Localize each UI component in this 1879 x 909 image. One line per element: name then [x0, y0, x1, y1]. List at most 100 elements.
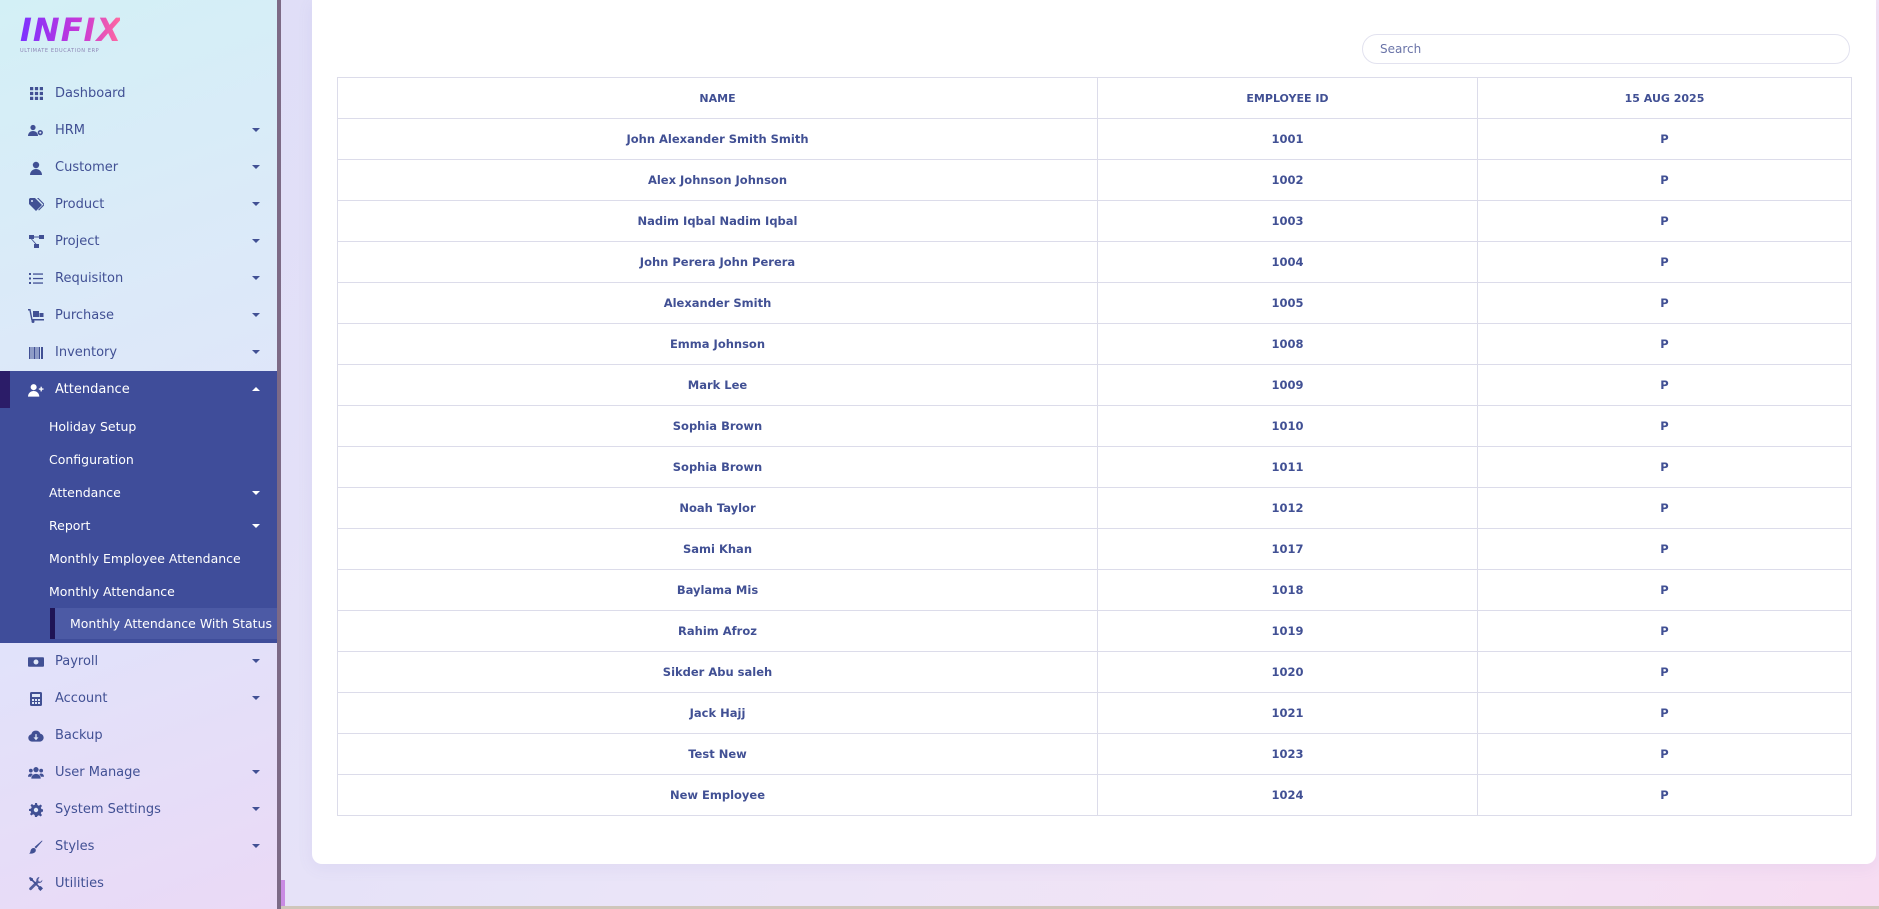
submenu-item-configuration[interactable]: Configuration: [0, 443, 277, 476]
submenu-item-label: Monthly Attendance With Status: [70, 616, 273, 631]
attendance-status-cell: P: [1477, 282, 1852, 324]
table-row: John Perera John Perera 1004 P: [337, 241, 1852, 283]
chevron-down-icon: [252, 807, 260, 811]
users-icon: [28, 765, 44, 781]
employee-name-cell: John Perera John Perera: [337, 241, 1098, 283]
chevron-down-icon: [252, 696, 260, 700]
employee-name-cell: Alex Johnson Johnson: [337, 159, 1098, 201]
submenu-item-label: Report: [49, 518, 91, 533]
sidebar-item-label: Dashboard: [55, 86, 126, 101]
attendance-submenu: Holiday Setup Configuration Attendance Repo…: [0, 408, 277, 643]
sidebar-item-account[interactable]: Account: [0, 680, 277, 717]
table-row: Sophia Brown 1010 P: [337, 405, 1852, 447]
brand-logo[interactable]: INFIX ULTIMATE EDUCATION ERP: [20, 14, 121, 56]
submenu-item-label: Monthly Attendance: [49, 584, 175, 599]
sidebar-item-styles[interactable]: Styles: [0, 828, 277, 865]
table-row: Alex Johnson Johnson 1002 P: [337, 159, 1852, 201]
column-header-name[interactable]: NAME: [337, 77, 1098, 119]
submenu-item-monthly-employee-attendance[interactable]: Monthly Employee Attendance: [0, 542, 277, 575]
sidebar-item-inventory[interactable]: Inventory: [0, 334, 277, 371]
employee-name-cell: Sophia Brown: [337, 446, 1098, 488]
sidebar-item-label: Project: [55, 234, 100, 249]
attendance-status-cell: P: [1477, 651, 1852, 693]
sidebar-item-label: Inventory: [55, 345, 118, 360]
attendance-status-cell: P: [1477, 692, 1852, 734]
attendance-status-cell: P: [1477, 159, 1852, 201]
tools-icon: [28, 876, 44, 892]
column-header-employee-id[interactable]: EMPLOYEE ID: [1097, 77, 1478, 119]
cloud-download-icon: [28, 728, 44, 744]
employee-id-cell: 1024: [1097, 774, 1478, 816]
attendance-status-cell: P: [1477, 364, 1852, 406]
dashboard-grid-icon: [28, 86, 44, 102]
sidebar-item-utilities[interactable]: Utilities: [0, 865, 277, 902]
sidebar-item-requisiton[interactable]: Requisiton: [0, 260, 277, 297]
employee-id-cell: 1002: [1097, 159, 1478, 201]
table-row: Nadim Iqbal Nadim Iqbal 1003 P: [337, 200, 1852, 242]
employee-id-cell: 1010: [1097, 405, 1478, 447]
submenu-item-holiday-setup[interactable]: Holiday Setup: [0, 410, 277, 443]
employee-id-cell: 1020: [1097, 651, 1478, 693]
sidebar-item-hrm[interactable]: HRM: [0, 112, 277, 149]
chevron-down-icon: [252, 350, 260, 354]
submenu-item-label: Configuration: [49, 452, 134, 467]
employee-id-cell: 1023: [1097, 733, 1478, 775]
sidebar-item-payroll[interactable]: Payroll: [0, 643, 277, 680]
submenu-item-monthly-attendance[interactable]: Monthly Attendance: [0, 575, 277, 608]
employee-name-cell: New Employee: [337, 774, 1098, 816]
money-icon: [28, 654, 44, 670]
paint-brush-icon: [28, 839, 44, 855]
sidebar-item-project[interactable]: Project: [0, 223, 277, 260]
gear-icon: [28, 802, 44, 818]
sidebar-item-label: Backup: [55, 728, 103, 743]
employee-name-cell: Test New: [337, 733, 1098, 775]
table-row: Mark Lee 1009 P: [337, 364, 1852, 406]
attendance-status-cell: P: [1477, 569, 1852, 611]
search-input[interactable]: [1362, 34, 1850, 64]
sidebar-item-label: Product: [55, 197, 105, 212]
submenu-item-monthly-attendance-with-status[interactable]: Monthly Attendance With Status: [50, 608, 277, 639]
sidebar-item-customer[interactable]: Customer: [0, 149, 277, 186]
table-row: New Employee 1024 P: [337, 774, 1852, 816]
sidebar-item-user-manage[interactable]: User Manage: [0, 754, 277, 791]
chevron-down-icon: [252, 524, 260, 528]
attendance-status-cell: P: [1477, 118, 1852, 160]
sidebar-item-dashboard[interactable]: Dashboard: [0, 75, 277, 112]
project-diagram-icon: [28, 234, 44, 250]
chevron-up-icon: [252, 387, 260, 391]
table-row: Jack Hajj 1021 P: [337, 692, 1852, 734]
attendance-status-cell: P: [1477, 405, 1852, 447]
sidebar-item-label: Requisiton: [55, 271, 124, 286]
submenu-item-report[interactable]: Report: [0, 509, 277, 542]
attendance-table: NAME EMPLOYEE ID 15 AUG 2025 John Alexande…: [337, 77, 1852, 816]
chevron-down-icon: [252, 128, 260, 132]
sidebar-item-product[interactable]: Product: [0, 186, 277, 223]
submenu-item-attendance[interactable]: Attendance: [0, 476, 277, 509]
sidebar-item-system-settings[interactable]: System Settings: [0, 791, 277, 828]
employee-id-cell: 1021: [1097, 692, 1478, 734]
dolly-cart-icon: [28, 308, 44, 324]
attendance-status-cell: P: [1477, 774, 1852, 816]
chevron-down-icon: [252, 165, 260, 169]
sidebar-item-label: Purchase: [55, 308, 115, 323]
sidebar-item-attendance[interactable]: Attendance: [0, 371, 277, 408]
table-row: Rahim Afroz 1019 P: [337, 610, 1852, 652]
column-header-15-aug-2025[interactable]: 15 AUG 2025: [1477, 77, 1852, 119]
employee-id-cell: 1005: [1097, 282, 1478, 324]
employee-name-cell: Sami Khan: [337, 528, 1098, 570]
attendance-status-cell: P: [1477, 241, 1852, 283]
chevron-down-icon: [252, 239, 260, 243]
sidebar-item-purchase[interactable]: Purchase: [0, 297, 277, 334]
table-row: Test New 1023 P: [337, 733, 1852, 775]
table-row: Sikder Abu saleh 1020 P: [337, 651, 1852, 693]
attendance-status-cell: P: [1477, 446, 1852, 488]
employee-id-cell: 1008: [1097, 323, 1478, 365]
sidebar-item-backup[interactable]: Backup: [0, 717, 277, 754]
sidebar-item-label: Styles: [55, 839, 95, 854]
user-plus-icon: [28, 382, 44, 398]
page-accent: [281, 880, 285, 906]
employee-id-cell: 1004: [1097, 241, 1478, 283]
employee-id-cell: 1009: [1097, 364, 1478, 406]
employee-id-cell: 1003: [1097, 200, 1478, 242]
employee-name-cell: Sophia Brown: [337, 405, 1098, 447]
